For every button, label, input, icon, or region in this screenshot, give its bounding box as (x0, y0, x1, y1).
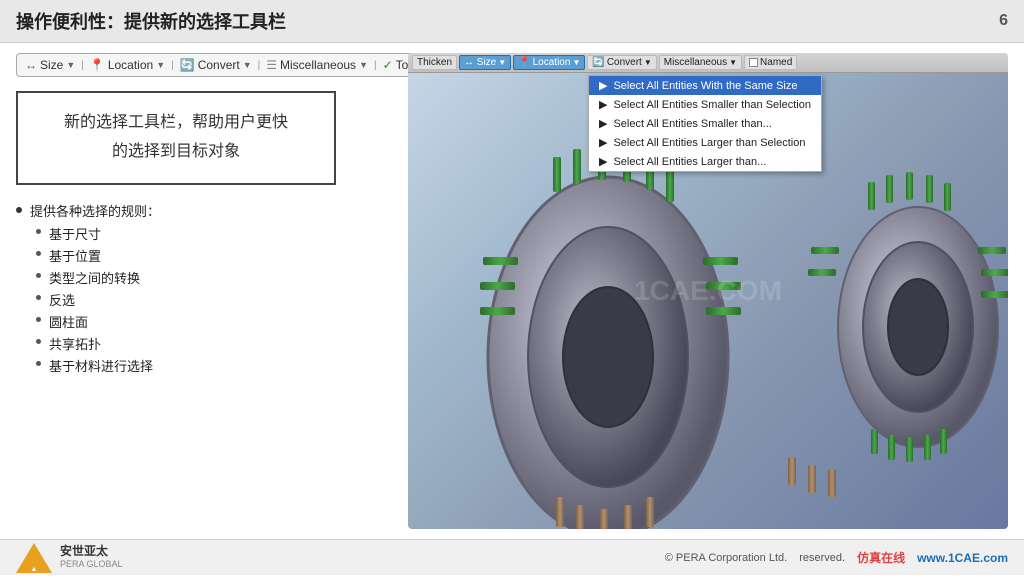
cad-convert-btn[interactable]: 🔄 Convert ▼ (587, 55, 656, 70)
dropdown-item-4[interactable]: ▶ Select All Entities Larger than Select… (589, 133, 821, 152)
bullet-sub-dot-2 (36, 251, 41, 256)
bullet-sub-dot-5 (36, 317, 41, 322)
dd-icon-1: ▶ (599, 79, 607, 92)
logo-icon: ▲ (16, 540, 52, 576)
bullet-section: 提供各种选择的规则： 基于尺寸 基于位置 类型之间的转换 反选 (16, 201, 396, 378)
main-content: ↔ Size ▼ | 📍 Location ▼ | 🔄 Convert ▼ | … (0, 43, 1024, 539)
bullet-sub-dot-3 (36, 273, 41, 278)
cad-convert-icon: 🔄 (592, 57, 604, 68)
slide-header: 操作便利性：提供新的选择工具栏 6 (0, 0, 1024, 43)
misc-dropdown-arrow[interactable]: ▼ (359, 60, 368, 70)
slide-number: 6 (999, 12, 1008, 30)
description-text: 新的选择工具栏，帮助用户更快 的选择到目标对象 (38, 109, 314, 167)
website-link[interactable]: www.1CAE.com (917, 551, 1008, 565)
cad-panel: Thicken ↔ Size ▼ 📍 Location ▼ 🔄 Convert … (408, 53, 1008, 529)
size-dropdown-menu[interactable]: ▶ Select All Entities With the Same Size… (588, 75, 822, 172)
cad-size-arrow: ▼ (498, 58, 506, 67)
misc-tool[interactable]: ☰ Miscellaneous ▼ (266, 58, 368, 72)
bullet-sub-4: 反选 (36, 290, 396, 309)
dropdown-item-3[interactable]: ▶ Select All Entities Smaller than... (589, 114, 821, 133)
slide-title: 操作便利性：提供新的选择工具栏 (16, 8, 286, 34)
sep2: | (171, 60, 174, 71)
selection-toolbar[interactable]: ↔ Size ▼ | 📍 Location ▼ | 🔄 Convert ▼ | … (16, 53, 463, 77)
bullet-sub-7: 基于材料进行选择 (36, 356, 396, 375)
bullet-main-dot (16, 207, 22, 213)
cad-toolbar-overlay[interactable]: Thicken ↔ Size ▼ 📍 Location ▼ 🔄 Convert … (408, 53, 1008, 73)
size-dropdown-arrow[interactable]: ▼ (66, 60, 75, 70)
bullet-sub-3: 类型之间的转换 (36, 268, 396, 287)
convert-icon: 🔄 (180, 58, 195, 72)
cad-named-btn[interactable]: Named (744, 55, 797, 70)
site-label: 仿真在线 (857, 549, 905, 566)
footer-copyright: © PERA Corporation Ltd. reserved. 仿真在线 w… (665, 549, 1008, 566)
description-box: 新的选择工具栏，帮助用户更快 的选择到目标对象 (16, 91, 336, 185)
location-icon: 📍 (90, 58, 105, 72)
bullet-sub-2: 基于位置 (36, 246, 396, 265)
company-name: 安世亚太 (60, 544, 123, 560)
dd-icon-2: ▶ (599, 98, 607, 111)
bullet-sub-dot-6 (36, 339, 41, 344)
bullet-sub-dot-1 (36, 229, 41, 234)
cad-misc-btn[interactable]: Miscellaneous ▼ (659, 55, 742, 70)
company-logo: ▲ 安世亚太 PERA GLOBAL (16, 540, 123, 576)
tol-icon: ✓ (383, 58, 393, 72)
dd-icon-5: ▶ (599, 155, 607, 168)
sep1: | (81, 60, 84, 71)
dd-icon-3: ▶ (599, 117, 607, 130)
cad-location-btn[interactable]: 📍 Location ▼ (513, 55, 585, 70)
cad-location-icon: 📍 (518, 57, 530, 68)
left-panel: ↔ Size ▼ | 📍 Location ▼ | 🔄 Convert ▼ | … (16, 53, 396, 529)
sep4: | (374, 60, 377, 71)
cad-background: Thicken ↔ Size ▼ 📍 Location ▼ 🔄 Convert … (408, 53, 1008, 529)
copyright-text: © PERA Corporation Ltd. (665, 552, 787, 564)
rights-text: reserved. (799, 552, 845, 564)
cad-named-checkbox (749, 58, 758, 67)
cad-convert-arrow: ▼ (644, 58, 652, 67)
size-tool[interactable]: ↔ Size ▼ (25, 58, 75, 72)
logo-inner: ▲ (31, 566, 38, 573)
cad-location-arrow: ▼ (572, 58, 580, 67)
company-sub: PERA GLOBAL (60, 559, 123, 571)
dropdown-item-2[interactable]: ▶ Select All Entities Smaller than Selec… (589, 95, 821, 114)
convert-dropdown-arrow[interactable]: ▼ (243, 60, 252, 70)
dropdown-item-1[interactable]: ▶ Select All Entities With the Same Size (589, 76, 821, 95)
bullet-main-item: 提供各种选择的规则： (16, 201, 396, 220)
bullet-sub-5: 圆柱面 (36, 312, 396, 331)
bullet-sub-dot-7 (36, 361, 41, 366)
bullet-sub-6: 共享拓扑 (36, 334, 396, 353)
bullet-sub-1: 基于尺寸 (36, 224, 396, 243)
size-icon: ↔ (25, 58, 37, 72)
cad-misc-arrow: ▼ (729, 58, 737, 67)
bullet-sub-list: 基于尺寸 基于位置 类型之间的转换 反选 圆柱面 (36, 224, 396, 375)
cad-size-btn[interactable]: ↔ Size ▼ (459, 55, 511, 70)
misc-icon: ☰ (266, 58, 277, 72)
convert-tool[interactable]: 🔄 Convert ▼ (180, 58, 252, 72)
cad-thicken-btn[interactable]: Thicken (412, 55, 457, 70)
footer: ▲ 安世亚太 PERA GLOBAL © PERA Corporation Lt… (0, 539, 1024, 575)
location-dropdown-arrow[interactable]: ▼ (156, 60, 165, 70)
dropdown-item-5[interactable]: ▶ Select All Entities Larger than... (589, 152, 821, 171)
bullet-sub-dot-4 (36, 295, 41, 300)
sep3: | (258, 60, 261, 71)
dd-icon-4: ▶ (599, 136, 607, 149)
location-tool[interactable]: 📍 Location ▼ (90, 58, 165, 72)
logo-text: 安世亚太 PERA GLOBAL (60, 544, 123, 571)
